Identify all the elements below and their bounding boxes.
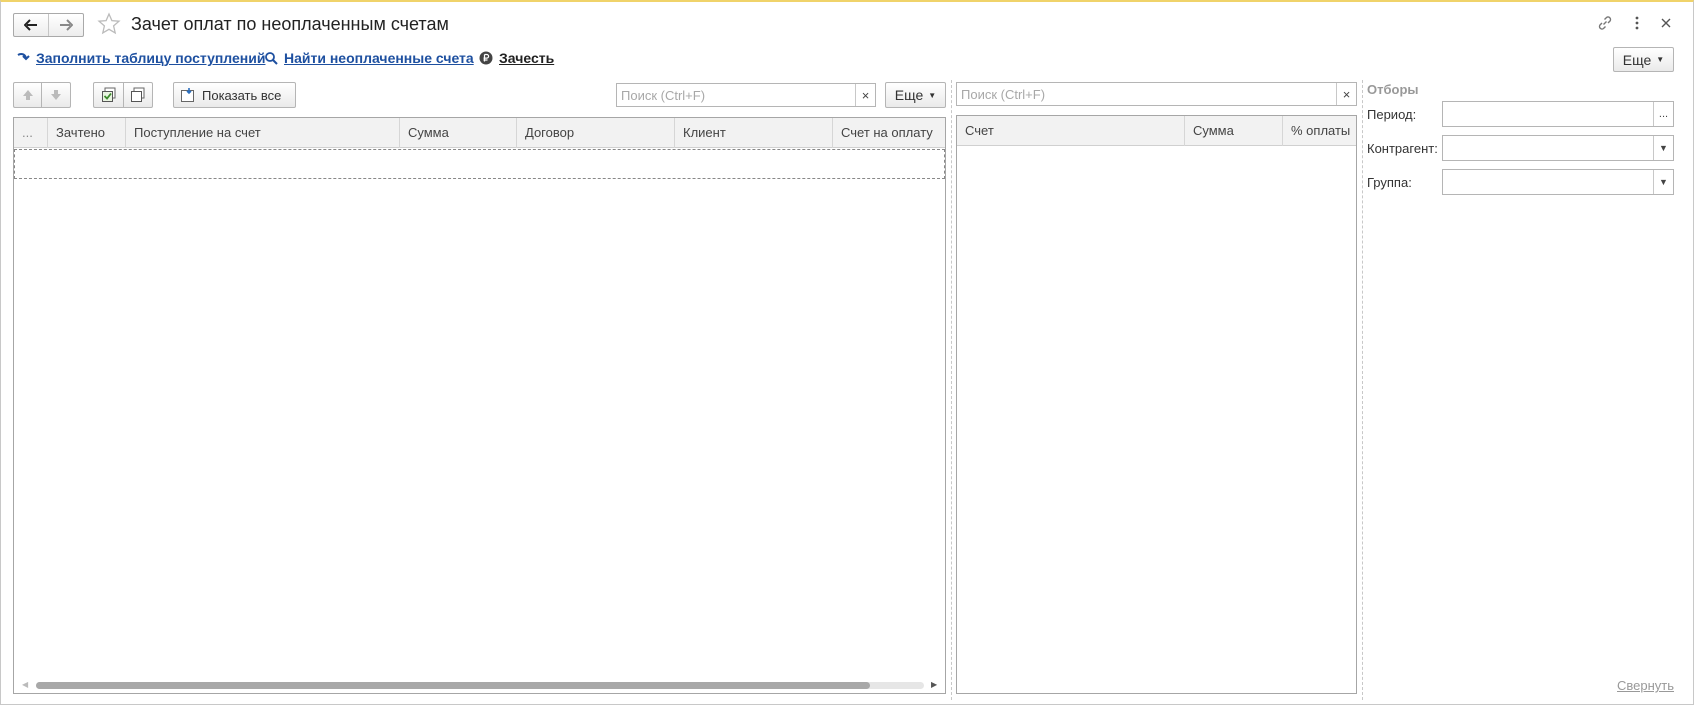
show-all-button[interactable]: Показать все xyxy=(173,82,296,108)
left-more-button[interactable]: Еще ▼ xyxy=(885,82,946,108)
ruble-icon xyxy=(479,51,493,65)
scroll-right-icon[interactable]: ▶ xyxy=(931,680,937,689)
header-more-button[interactable]: Еще ▼ xyxy=(1613,47,1674,72)
arrow-right-icon xyxy=(60,19,73,31)
left-search-input[interactable] xyxy=(617,84,855,106)
invoices-table-header: Счет Сумма % оплаты xyxy=(957,116,1356,146)
collapse-link[interactable]: Свернуть xyxy=(1617,678,1674,693)
column-header-invoice[interactable]: Счет на оплату xyxy=(833,118,945,148)
find-unpaid-link[interactable]: Найти неоплаченные счета xyxy=(284,50,474,66)
offset-link[interactable]: Зачесть xyxy=(499,50,554,66)
check-all-icon xyxy=(101,87,115,102)
main-window: Зачет оплат по неоплаченным счетам Запол… xyxy=(0,0,1694,705)
column-header-invoice-amount[interactable]: Сумма xyxy=(1185,116,1283,146)
arrow-down-icon xyxy=(51,90,61,100)
uncheck-all-button[interactable] xyxy=(123,82,153,108)
receipts-table-header: ... Зачтено Поступление на счет Сумма До… xyxy=(14,118,945,148)
group-field[interactable]: ▼ xyxy=(1442,169,1674,195)
link-button[interactable] xyxy=(1597,15,1613,34)
right-search-input[interactable] xyxy=(957,83,1336,105)
star-icon xyxy=(97,12,121,35)
arrow-left-icon xyxy=(24,19,37,31)
column-header-client[interactable]: Клиент xyxy=(675,118,833,148)
check-all-button[interactable] xyxy=(93,82,123,108)
chevron-down-icon: ▼ xyxy=(928,90,937,100)
more-vertical-icon xyxy=(1635,16,1639,30)
forward-button[interactable] xyxy=(48,14,83,36)
column-header-credited[interactable]: Зачтено xyxy=(48,118,126,148)
column-header-payment-percent[interactable]: % оплаты xyxy=(1283,116,1356,146)
move-down-button[interactable] xyxy=(41,82,71,108)
invoices-table: Счет Сумма % оплаты xyxy=(956,115,1357,694)
find-unpaid-command[interactable]: Найти неоплаченные счета xyxy=(264,50,474,66)
arrow-up-icon xyxy=(22,90,33,100)
receipts-table: ... Зачтено Поступление на счет Сумма До… xyxy=(13,117,946,694)
left-search-clear-button[interactable]: × xyxy=(855,84,875,106)
right-search-field: × xyxy=(956,82,1357,106)
splitter-right[interactable] xyxy=(1362,80,1363,700)
column-header-menu[interactable]: ... xyxy=(14,118,48,148)
scrollbar-thumb[interactable] xyxy=(36,682,870,689)
move-up-button[interactable] xyxy=(13,82,41,108)
table-row-selected[interactable] xyxy=(14,149,945,179)
filters-title: Отборы xyxy=(1367,82,1419,97)
back-button[interactable] xyxy=(14,14,48,36)
column-header-amount[interactable]: Сумма xyxy=(400,118,517,148)
chevron-down-icon: ▼ xyxy=(1656,55,1665,64)
search-icon xyxy=(265,52,278,65)
column-header-invoice-account[interactable]: Счет xyxy=(957,116,1185,146)
right-search-clear-button[interactable]: × xyxy=(1336,83,1356,105)
chevron-down-icon[interactable]: ▼ xyxy=(1653,170,1673,194)
left-search-field: × xyxy=(616,83,876,107)
favorite-button[interactable] xyxy=(97,12,121,39)
counterparty-field[interactable]: ▼ xyxy=(1442,135,1674,161)
group-label: Группа: xyxy=(1367,175,1412,190)
close-icon xyxy=(1661,18,1671,28)
fill-arrow-icon xyxy=(17,53,30,61)
nav-buttons xyxy=(13,13,84,37)
period-select-button[interactable]: ... xyxy=(1653,102,1673,126)
show-all-icon xyxy=(181,88,194,102)
period-field[interactable]: ... xyxy=(1442,101,1674,127)
close-button[interactable] xyxy=(1658,15,1674,34)
column-header-contract[interactable]: Договор xyxy=(517,118,675,148)
menu-button[interactable] xyxy=(1629,15,1645,34)
chevron-down-icon[interactable]: ▼ xyxy=(1653,136,1673,160)
scroll-left-icon[interactable]: ◀ xyxy=(22,680,28,689)
period-label: Период: xyxy=(1367,107,1417,122)
fill-receipts-link[interactable]: Заполнить таблицу поступлений xyxy=(36,50,265,66)
uncheck-all-icon xyxy=(131,87,145,102)
counterparty-label: Контрагент: xyxy=(1367,141,1438,156)
column-header-receipt[interactable]: Поступление на счет xyxy=(126,118,400,148)
horizontal-scrollbar[interactable]: ◀ ▶ xyxy=(14,677,945,693)
link-icon xyxy=(1598,16,1612,30)
offset-command[interactable]: Зачесть xyxy=(479,50,554,66)
splitter-left[interactable] xyxy=(951,80,952,700)
page-title: Зачет оплат по неоплаченным счетам xyxy=(131,14,449,34)
fill-receipts-command[interactable]: Заполнить таблицу поступлений xyxy=(16,50,265,66)
